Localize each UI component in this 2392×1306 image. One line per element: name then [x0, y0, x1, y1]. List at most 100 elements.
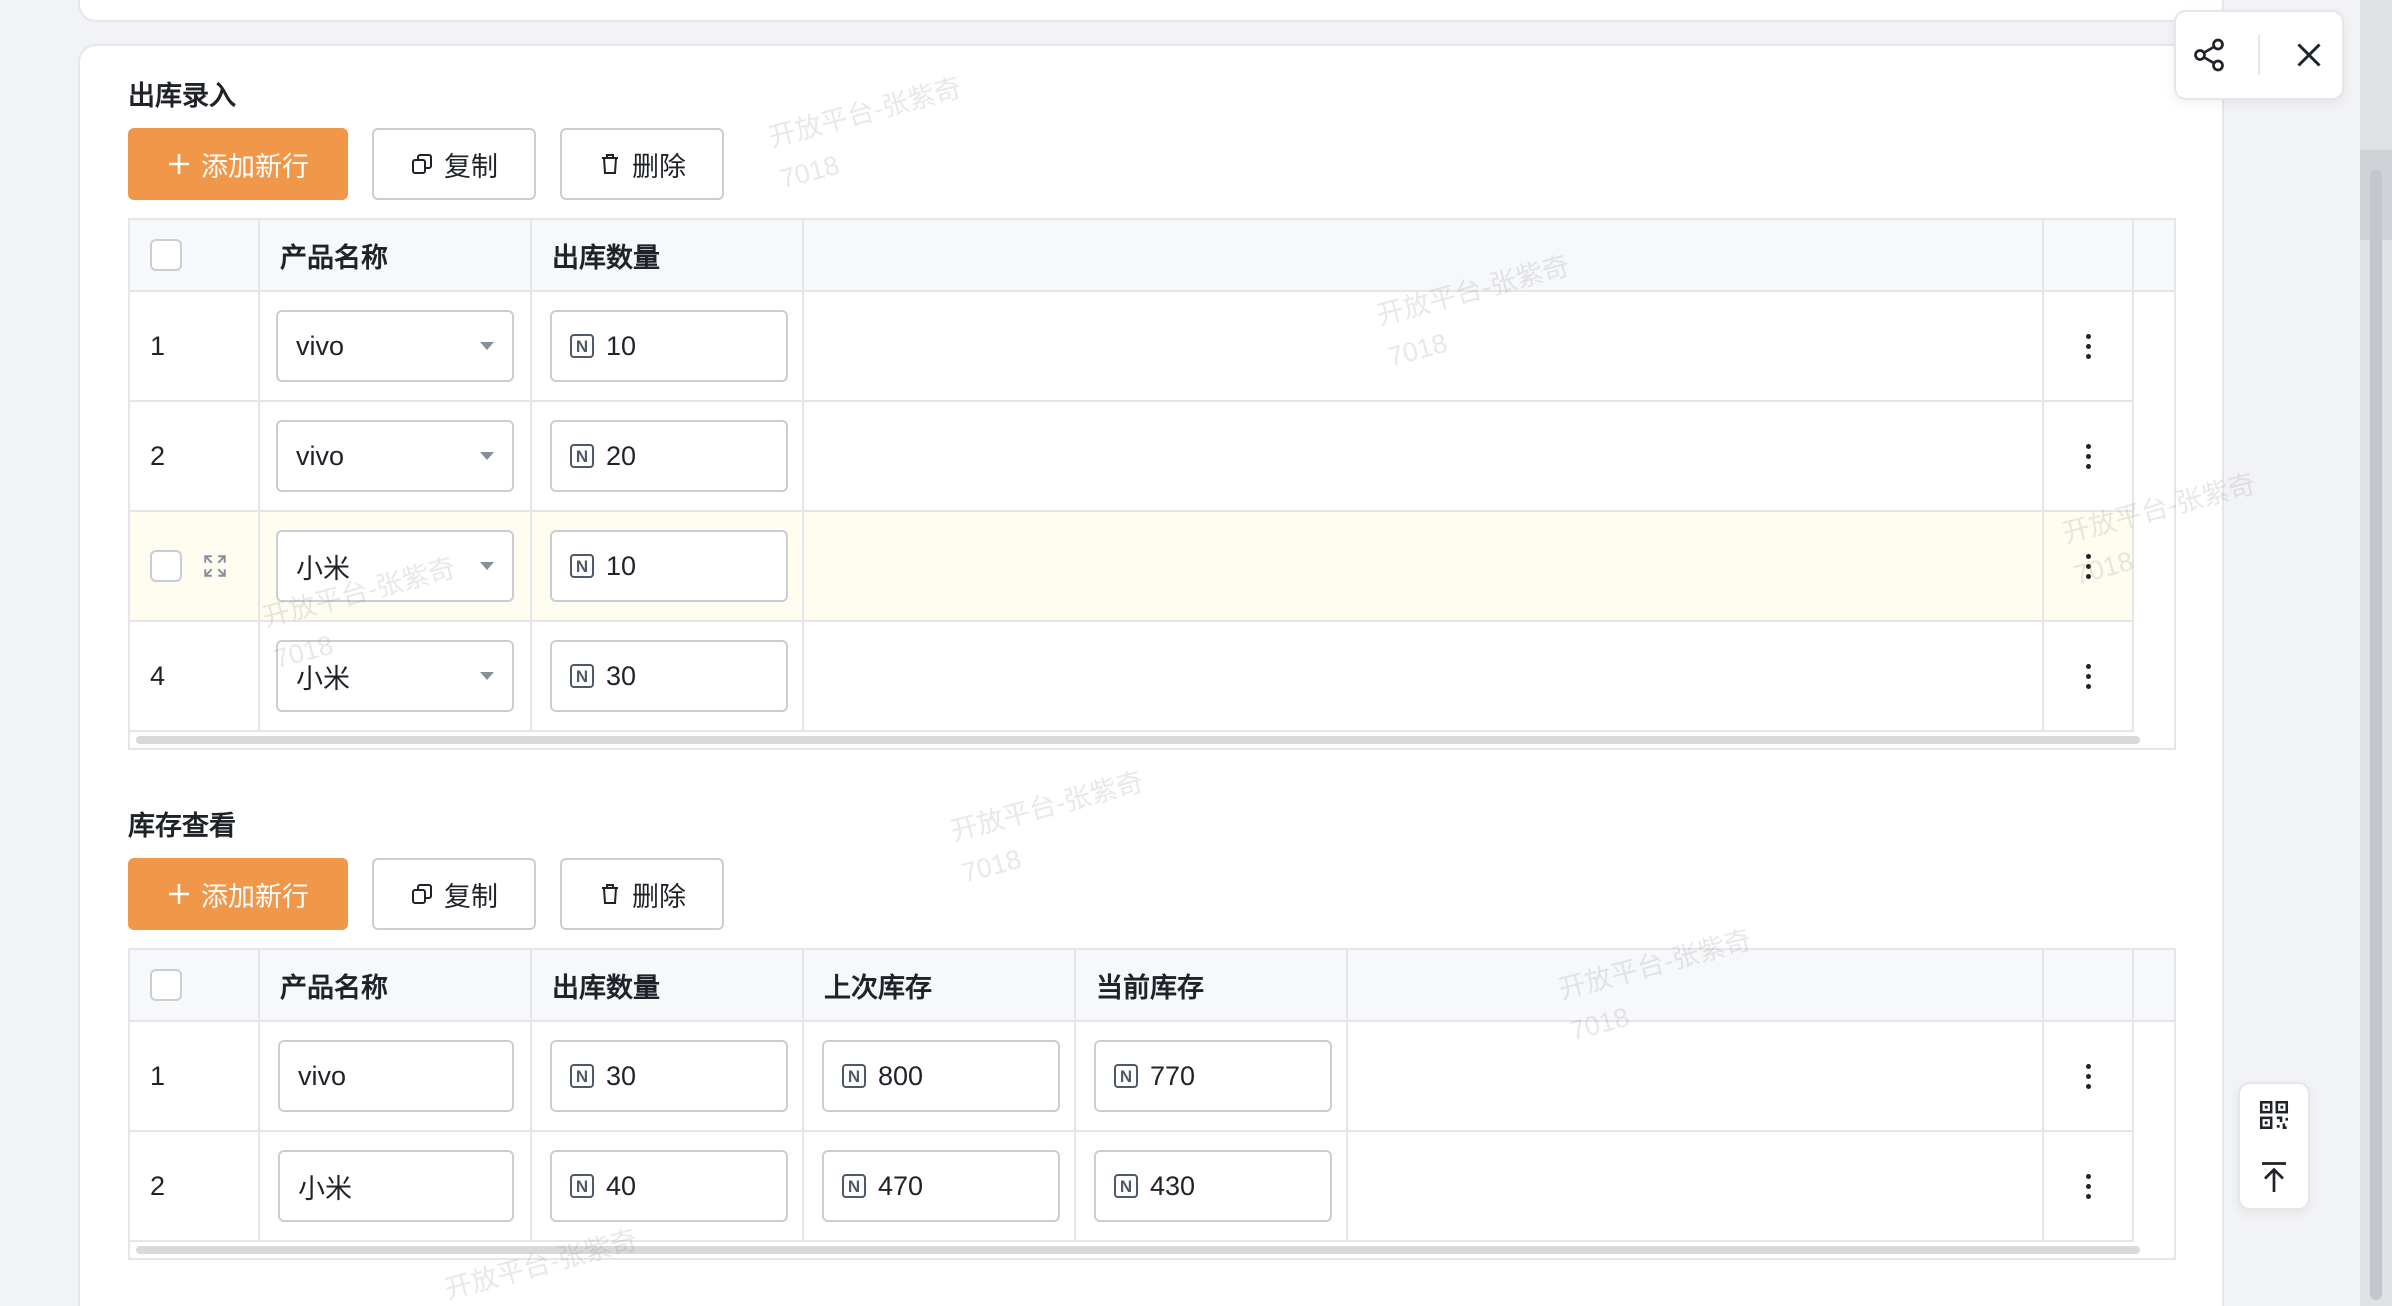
row-index: 4	[130, 622, 260, 732]
last-stock-cell: N 800	[804, 1022, 1076, 1132]
product-select-value: vivo	[296, 440, 345, 471]
more-vertical-icon[interactable]	[2085, 333, 2091, 359]
column-header-empty	[804, 220, 2044, 292]
product-cell: 小米	[260, 1132, 532, 1242]
product-select[interactable]: 小米	[276, 640, 514, 712]
product-cell: 小米	[260, 512, 532, 622]
share-icon[interactable]	[2191, 37, 2227, 73]
delete-button[interactable]: 删除	[560, 858, 724, 930]
copy-icon	[412, 154, 432, 174]
current-stock-input[interactable]: N 770	[1094, 1040, 1332, 1112]
table-horizontal-scrollbar[interactable]	[136, 736, 2140, 744]
number-icon: N	[842, 1174, 866, 1198]
qty-input[interactable]: N 30	[550, 1040, 788, 1112]
trash-icon	[602, 154, 618, 174]
qrcode-icon[interactable]	[2257, 1098, 2291, 1132]
current-stock-cell: N 430	[1076, 1132, 1348, 1242]
expand-icon[interactable]	[202, 553, 228, 579]
column-header-actions	[2044, 950, 2134, 1022]
product-cell: 小米	[260, 622, 532, 732]
close-icon[interactable]	[2291, 37, 2327, 73]
more-vertical-icon[interactable]	[2085, 663, 2091, 689]
qty-input[interactable]: N 30	[550, 640, 788, 712]
actions-cell	[2044, 1132, 2134, 1242]
qty-cell: N 30	[532, 622, 804, 732]
actions-cell	[2044, 512, 2134, 622]
empty-cell	[1348, 1022, 2044, 1132]
copy-button[interactable]: 复制	[372, 128, 536, 200]
actions-cell	[2044, 402, 2134, 512]
add-row-label: 添加新行	[201, 881, 309, 912]
more-vertical-icon[interactable]	[2085, 1063, 2091, 1089]
product-value: vivo	[298, 1060, 347, 1091]
current-stock-input[interactable]: N 430	[1094, 1150, 1332, 1222]
qty-input[interactable]: N 10	[550, 310, 788, 382]
number-icon: N	[570, 664, 594, 688]
table-horizontal-scrollbar[interactable]	[136, 1246, 2140, 1254]
qty-value: 20	[606, 440, 637, 471]
product-input[interactable]: vivo	[278, 1040, 514, 1112]
qty-value: 10	[606, 550, 637, 581]
select-all-checkbox[interactable]	[150, 969, 182, 1001]
number-icon: N	[570, 554, 594, 578]
trash-icon	[602, 884, 618, 904]
more-vertical-icon[interactable]	[2085, 443, 2091, 469]
qty-input[interactable]: N 10	[550, 530, 788, 602]
number-icon: N	[570, 1064, 594, 1088]
actions-cell	[2044, 292, 2134, 402]
column-header-qty: 出库数量	[532, 950, 804, 1022]
delete-button[interactable]: 删除	[560, 128, 724, 200]
empty-cell	[804, 512, 2044, 622]
qty-input[interactable]: N 20	[550, 420, 788, 492]
row-index: 1	[130, 1022, 260, 1132]
product-cell: vivo	[260, 292, 532, 402]
actions-cell	[2044, 1022, 2134, 1132]
more-vertical-icon[interactable]	[2085, 553, 2091, 579]
qty-cell: N 10	[532, 292, 804, 402]
add-row-label: 添加新行	[201, 151, 309, 182]
number-icon: N	[570, 334, 594, 358]
column-header-filler	[2134, 220, 2174, 292]
top-card	[78, 0, 2224, 22]
qty-cell: N 20	[532, 402, 804, 512]
last-stock-value: 470	[878, 1170, 924, 1201]
column-header-actions	[2044, 220, 2134, 292]
page-scrollbar[interactable]	[2360, 0, 2392, 1306]
add-row-button[interactable]: 添加新行	[128, 858, 348, 930]
number-icon: N	[1114, 1174, 1138, 1198]
copy-label: 复制	[444, 881, 498, 912]
product-input[interactable]: 小米	[278, 1150, 514, 1222]
empty-cell	[804, 402, 2044, 512]
qty-input[interactable]: N 40	[550, 1150, 788, 1222]
copy-icon	[412, 884, 432, 904]
toolbar-divider	[2257, 35, 2260, 75]
product-value: 小米	[298, 1173, 352, 1204]
number-icon: N	[1114, 1064, 1138, 1088]
back-to-top-icon[interactable]	[2256, 1159, 2292, 1195]
more-vertical-icon[interactable]	[2085, 1173, 2091, 1199]
empty-cell	[804, 622, 2044, 732]
actions-cell	[2044, 622, 2134, 732]
column-header-product: 产品名称	[260, 950, 532, 1022]
last-stock-input[interactable]: N 470	[822, 1150, 1060, 1222]
current-stock-value: 770	[1150, 1060, 1196, 1091]
row-checkbox[interactable]	[150, 550, 182, 582]
add-row-button[interactable]: 添加新行	[128, 128, 348, 200]
chevron-down-icon	[480, 342, 494, 350]
number-icon: N	[570, 444, 594, 468]
select-all-checkbox[interactable]	[150, 239, 182, 271]
scrollbar-thumb[interactable]	[2370, 170, 2382, 1300]
row-index: 2	[130, 402, 260, 512]
copy-button[interactable]: 复制	[372, 858, 536, 930]
side-toolbar	[2238, 1082, 2310, 1210]
empty-cell	[804, 292, 2044, 402]
current-stock-value: 430	[1150, 1170, 1196, 1201]
inventory-table: 产品名称 出库数量 上次库存 当前库存 1 vivo N 30 N 800 N	[128, 948, 2176, 1260]
last-stock-input[interactable]: N 800	[822, 1040, 1060, 1112]
product-select[interactable]: vivo	[276, 310, 514, 382]
plus-icon	[169, 884, 189, 904]
product-select[interactable]: 小米	[276, 530, 514, 602]
product-select-value: 小米	[296, 553, 350, 584]
outbound-table: 产品名称 出库数量 1 vivo N 10 2 vivo N 20 小米 N 1…	[128, 218, 2176, 750]
product-select[interactable]: vivo	[276, 420, 514, 492]
